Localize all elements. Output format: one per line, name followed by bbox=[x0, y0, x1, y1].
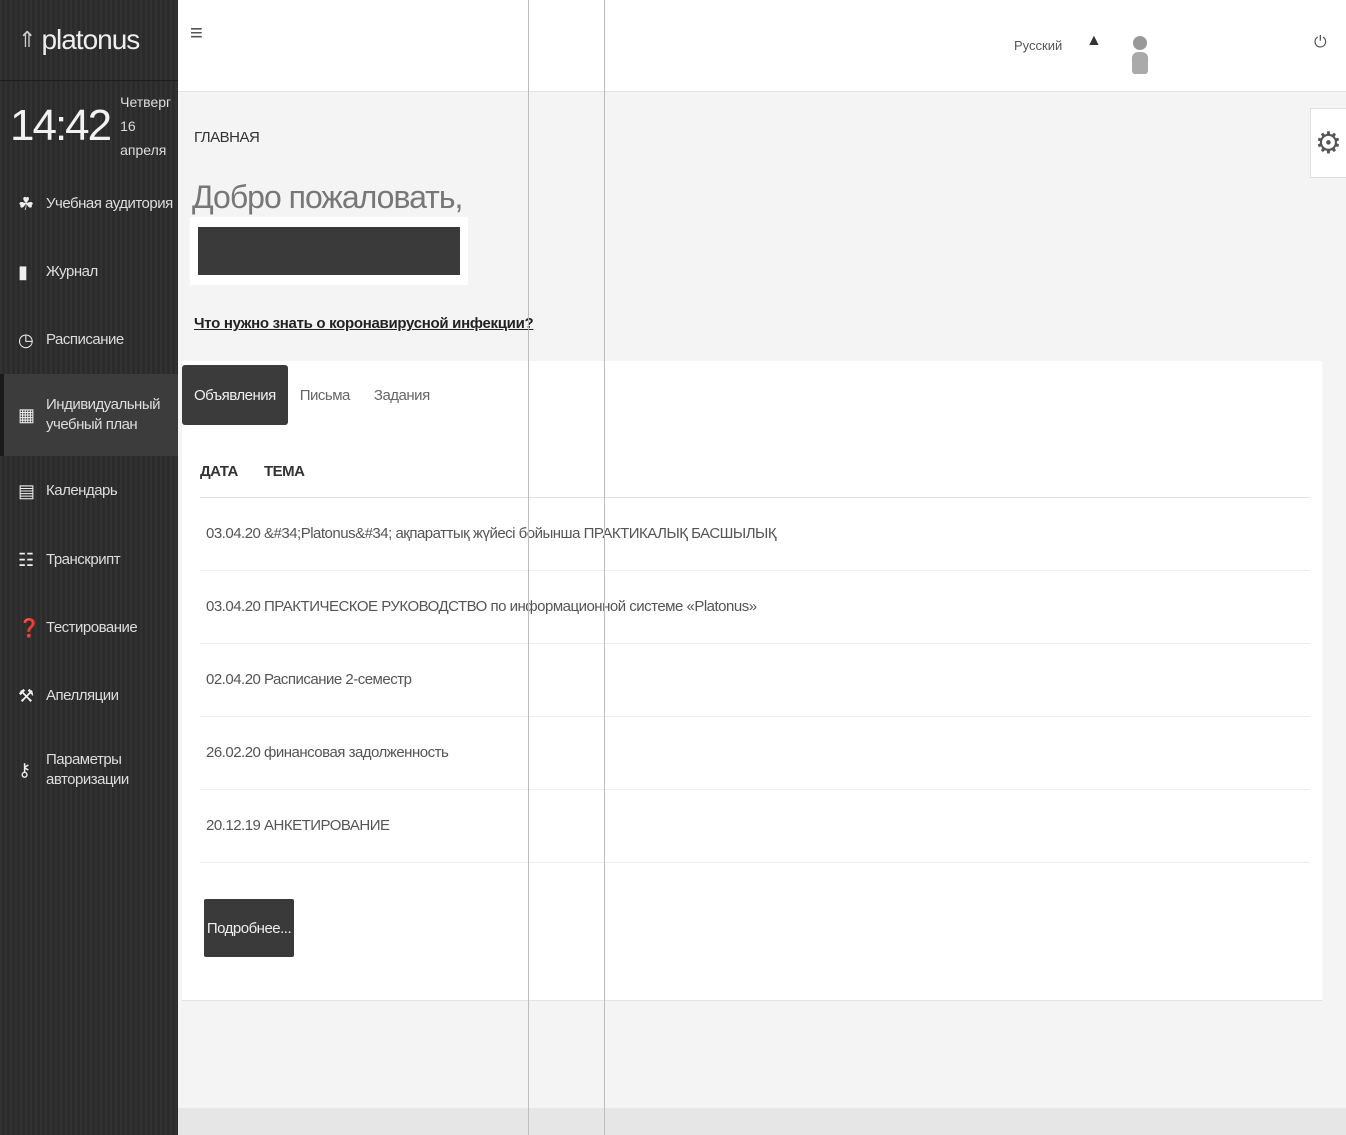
sidebar-item-label: Транскрипт bbox=[46, 551, 121, 568]
gavel-icon: ⚒ bbox=[18, 685, 34, 706]
logo-text: platonus bbox=[41, 24, 140, 55]
grid-icon: ▦ bbox=[18, 404, 35, 425]
clock: 14:42 Четверг 16 апреля bbox=[0, 80, 178, 170]
row-topic[interactable]: ПРАКТИЧЕСКОЕ РУКОВОДСТВО по информационн… bbox=[264, 570, 1310, 644]
row-topic[interactable]: Расписание 2-семестр bbox=[264, 643, 1310, 717]
table-header-row: ДАТА ТЕМА bbox=[200, 447, 1310, 498]
welcome-heading: Добро пожаловать, bbox=[192, 179, 463, 215]
avatar-head bbox=[1133, 36, 1147, 50]
main-content: ГЛАВНАЯ Добро пожаловать, Что нужно знат… bbox=[178, 93, 1322, 1135]
question-icon: ❓ bbox=[18, 617, 40, 638]
footer bbox=[178, 1108, 1346, 1135]
row-date: 26.02.20 bbox=[200, 716, 264, 790]
sidebar-item-journal[interactable]: ▮ Журнал bbox=[0, 238, 178, 306]
announcements-panel: Объявления Письма Задания ДАТА ТЕМА 03.0… bbox=[182, 361, 1322, 1001]
user-name-box bbox=[190, 217, 468, 285]
tab-announcements[interactable]: Объявления bbox=[182, 365, 288, 425]
sidebar-item-testing[interactable]: ❓ Тестирование bbox=[0, 594, 178, 662]
language-selector[interactable]: Русский bbox=[1014, 38, 1062, 53]
sidebar-item-schedule[interactable]: ◷ Расписание bbox=[0, 306, 178, 374]
power-icon[interactable]: ⏻ bbox=[1314, 34, 1327, 52]
sidebar-item-label: Тестирование bbox=[46, 619, 138, 636]
sidebar-item-label: Расписание bbox=[46, 331, 124, 348]
row-date: 03.04.20 bbox=[200, 570, 264, 644]
scan-line bbox=[528, 0, 529, 1135]
sidebar-item-label: Календарь bbox=[46, 482, 118, 499]
table-row[interactable]: 03.04.20 &#34;Platonus&#34; ақпараттық ж… bbox=[200, 497, 1310, 571]
calendar-icon: ▤ bbox=[18, 480, 35, 501]
table-row[interactable]: 03.04.20 ПРАКТИЧЕСКОЕ РУКОВОДСТВО по инф… bbox=[200, 570, 1310, 644]
clock-weekday: Четверг bbox=[120, 93, 172, 110]
sidebar-item-label: Апелляции bbox=[46, 687, 119, 704]
sidebar-item-classroom[interactable]: ☘ Учебная аудитория bbox=[0, 170, 178, 238]
logo-icon: ⇑ bbox=[18, 27, 36, 52]
sidebar-item-study-plan[interactable]: ▦ Индивидуальный учебный план bbox=[0, 374, 178, 456]
row-date: 20.12.19 bbox=[200, 789, 264, 863]
bell-icon[interactable]: ▲ bbox=[1086, 32, 1102, 50]
sidebar-item-label: Параметры авторизации bbox=[46, 751, 129, 788]
sidebar-item-transcript[interactable]: ☷ Транскрипт bbox=[0, 526, 178, 594]
table-row[interactable]: 02.04.20 Расписание 2-семестр bbox=[200, 643, 1310, 717]
row-topic[interactable]: &#34;Platonus&#34; ақпараттық жүйесі бой… bbox=[264, 497, 1310, 571]
sidebar-item-appeals[interactable]: ⚒ Апелляции bbox=[0, 662, 178, 730]
clock-day: 16 апреля bbox=[120, 117, 167, 158]
sidebar-item-label: Учебная аудитория bbox=[46, 195, 173, 212]
scan-line bbox=[604, 0, 605, 1135]
sidebar-item-auth-settings[interactable]: ⚷ Параметры авторизации bbox=[0, 730, 178, 810]
tab-tasks[interactable]: Задания bbox=[362, 365, 442, 425]
row-date: 02.04.20 bbox=[200, 643, 264, 717]
logo[interactable]: ⇑ platonus bbox=[0, 0, 178, 80]
more-button[interactable]: Подробнее... bbox=[204, 899, 294, 957]
sidebar-item-calendar[interactable]: ▤ Календарь bbox=[0, 456, 178, 526]
topbar: ≡ Русский ▲ ⏻ bbox=[178, 0, 1346, 92]
clock-time: 14:42 bbox=[10, 100, 112, 150]
key-icon: ⚷ bbox=[18, 759, 31, 780]
tabs: Объявления Письма Задания bbox=[182, 365, 442, 425]
breadcrumb: ГЛАВНАЯ bbox=[194, 129, 260, 146]
sidebar: ⇑ platonus 14:42 Четверг 16 апреля ☘ Уче… bbox=[0, 0, 178, 1135]
sidebar-item-label: Журнал bbox=[46, 263, 98, 280]
announcements-table: ДАТА ТЕМА 03.04.20 &#34;Platonus&#34; ақ… bbox=[200, 447, 1310, 863]
column-header-topic: ТЕМА bbox=[264, 447, 1310, 498]
sidebar-item-label: Индивидуальный учебный план bbox=[46, 396, 160, 433]
redacted-user-name bbox=[198, 227, 460, 275]
avatar[interactable] bbox=[1132, 36, 1148, 76]
row-topic[interactable]: АНКЕТИРОВАНИЕ bbox=[264, 789, 1310, 863]
people-icon: ☘ bbox=[18, 193, 34, 214]
clock-icon: ◷ bbox=[18, 329, 34, 350]
table-row[interactable]: 26.02.20 финансовая задолженность bbox=[200, 716, 1310, 790]
tab-letters[interactable]: Письма bbox=[288, 365, 362, 425]
settings-gear-icon[interactable]: ⚙ bbox=[1310, 108, 1346, 178]
hamburger-icon[interactable]: ≡ bbox=[190, 20, 203, 46]
covid-info-link[interactable]: Что нужно знать о коронавирусной инфекци… bbox=[194, 315, 534, 332]
row-date: 03.04.20 bbox=[200, 497, 264, 571]
clock-date: Четверг 16 апреля bbox=[120, 90, 178, 162]
table-row[interactable]: 20.12.19 АНКЕТИРОВАНИЕ bbox=[200, 789, 1310, 863]
avatar-body bbox=[1132, 52, 1148, 74]
list-icon: ☷ bbox=[18, 549, 34, 570]
row-topic[interactable]: финансовая задолженность bbox=[264, 716, 1310, 790]
column-header-date: ДАТА bbox=[200, 447, 264, 498]
book-icon: ▮ bbox=[18, 261, 28, 282]
